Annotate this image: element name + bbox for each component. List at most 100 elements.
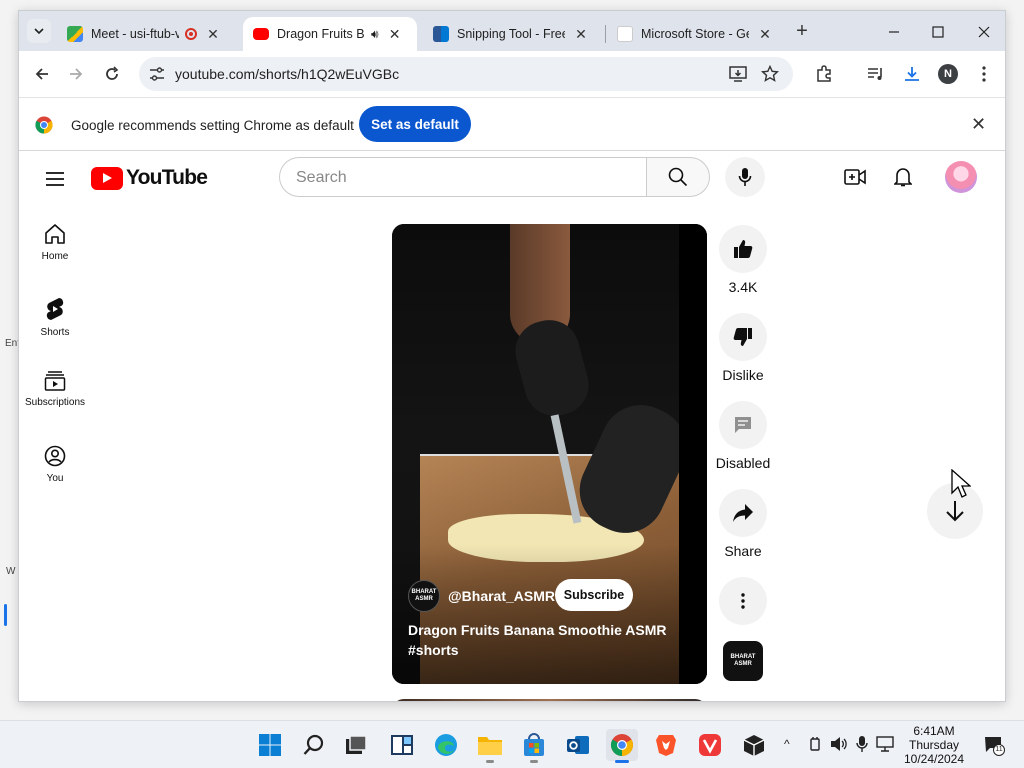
minimize-button[interactable]: [871, 19, 917, 45]
create-button[interactable]: [841, 163, 869, 191]
chrome-window: Meet - usi-ftub-v ✕ Dragon Fruits Ba 🔊︎ …: [18, 10, 1006, 702]
comments-button[interactable]: [719, 401, 767, 449]
network-icon[interactable]: [876, 736, 894, 752]
battery-plug-icon[interactable]: [808, 736, 822, 752]
like-button[interactable]: [719, 225, 767, 273]
menu-icon[interactable]: [43, 167, 67, 191]
close-window-button[interactable]: [961, 19, 1005, 45]
tab-title: Meet - usi-ftub-v: [91, 27, 179, 41]
guide-item-subscriptions[interactable]: Subscriptions: [19, 355, 91, 425]
notification-count: 11: [993, 744, 1005, 756]
outlook-app[interactable]: [562, 729, 594, 761]
media-controls-button[interactable]: [863, 61, 889, 87]
taskbar-search-button[interactable]: [298, 729, 330, 761]
site-info-icon[interactable]: [149, 67, 165, 81]
downloads-button[interactable]: [899, 61, 925, 87]
comments-label: Disabled: [715, 455, 771, 471]
youtube-logo[interactable]: YouTube: [91, 165, 208, 191]
like-action[interactable]: 3.4K: [719, 225, 767, 295]
arrow-down-icon: [946, 501, 964, 522]
clock-day: Thursday: [908, 738, 960, 752]
tab-snipping-tool[interactable]: Snipping Tool - Free ✕: [423, 17, 603, 51]
comments-action[interactable]: Disabled: [711, 401, 775, 471]
guide-item-you[interactable]: You: [19, 429, 91, 499]
windows-taskbar: ^ 6:41AM Thursday 10/24/2024 11: [0, 720, 1024, 768]
clock-date: 10/24/2024: [903, 752, 965, 766]
more-actions[interactable]: [719, 577, 767, 625]
channel-name[interactable]: @Bharat_ASMR: [448, 588, 555, 604]
install-app-icon[interactable]: [729, 66, 747, 82]
arrow-right-icon: [70, 68, 83, 80]
chevron-down-icon: [34, 28, 44, 35]
tab-close-icon[interactable]: ✕: [205, 26, 221, 43]
tab-close-icon[interactable]: ✕: [573, 26, 589, 43]
subscribe-button[interactable]: Subscribe: [555, 579, 633, 611]
microsoft-store-app[interactable]: [518, 729, 550, 763]
tab-close-icon[interactable]: ✕: [387, 26, 403, 43]
package-app[interactable]: [738, 729, 770, 761]
more-actions-button[interactable]: [719, 577, 767, 625]
address-bar[interactable]: youtube.com/shorts/h1Q2wEuVGBc: [139, 57, 793, 91]
home-icon: [45, 224, 65, 244]
edge-app[interactable]: [430, 729, 462, 761]
speaker-icon[interactable]: 🔊︎: [371, 27, 379, 42]
profile-button[interactable]: N: [935, 61, 961, 87]
search-icon: [668, 167, 688, 187]
file-explorer-app[interactable]: [474, 729, 506, 763]
account-avatar[interactable]: [945, 161, 977, 193]
search-button[interactable]: [646, 157, 710, 197]
subscriptions-icon: [44, 371, 66, 391]
tab-microsoft-store[interactable]: Microsoft Store - Ge ✕: [607, 17, 787, 51]
chrome-menu-button[interactable]: [971, 61, 997, 87]
forward-button[interactable]: [63, 61, 89, 87]
youtube-search-input[interactable]: Search: [279, 157, 646, 197]
system-clock[interactable]: 6:41AM Thursday 10/24/2024: [896, 724, 972, 766]
chrome-app[interactable]: [606, 729, 638, 763]
dislike-button[interactable]: [719, 313, 767, 361]
guide-label: You: [46, 473, 64, 484]
voice-search-button[interactable]: [725, 157, 765, 197]
task-view-button[interactable]: [340, 729, 372, 761]
tab-close-icon[interactable]: ✕: [757, 26, 773, 43]
search-icon: [303, 734, 324, 755]
youtube-page: YouTube Search Home Shorts Subscriptions…: [19, 151, 1005, 701]
back-button[interactable]: [29, 61, 55, 87]
start-button[interactable]: [254, 729, 286, 761]
next-short-preview[interactable]: [392, 699, 707, 701]
edge-icon: [435, 734, 457, 756]
close-infobar-icon[interactable]: ✕: [971, 114, 986, 135]
share-action[interactable]: Share: [719, 489, 767, 559]
dislike-label: Dislike: [722, 367, 764, 383]
task-view-icon: [346, 735, 367, 754]
share-button[interactable]: [719, 489, 767, 537]
channel-thumbnail[interactable]: BHARAT ASMR: [723, 641, 763, 681]
reload-button[interactable]: [99, 61, 125, 87]
tab-search-button[interactable]: [27, 19, 51, 43]
guide-item-home[interactable]: Home: [19, 207, 91, 277]
show-hidden-icons[interactable]: ^: [784, 737, 790, 751]
guide-item-shorts[interactable]: Shorts: [19, 281, 91, 351]
extensions-button[interactable]: [811, 61, 837, 87]
new-tab-button[interactable]: +: [791, 21, 813, 43]
set-as-default-button[interactable]: Set as default: [359, 106, 471, 142]
microphone-icon[interactable]: [856, 735, 868, 753]
short-hashtag[interactable]: #shorts: [408, 642, 459, 658]
widgets-button[interactable]: [386, 729, 418, 761]
notification-center-button[interactable]: 11: [984, 735, 1005, 756]
volume-icon[interactable]: [830, 736, 848, 752]
short-title[interactable]: Dragon Fruits Banana Smoothie ASMR: [408, 622, 667, 638]
brave-app[interactable]: [650, 729, 682, 761]
tab-meet[interactable]: Meet - usi-ftub-v ✕: [57, 17, 237, 51]
url-text: youtube.com/shorts/h1Q2wEuVGBc: [175, 66, 400, 82]
brave-icon: [656, 735, 676, 756]
bookmark-star-icon[interactable]: [761, 65, 779, 83]
notifications-button[interactable]: [889, 163, 917, 191]
vivaldi-app[interactable]: [694, 729, 726, 761]
tab-youtube-active[interactable]: Dragon Fruits Ba 🔊︎ ✕: [243, 17, 417, 51]
channel-avatar[interactable]: BHARAT ASMR: [408, 580, 440, 612]
dislike-action[interactable]: Dislike: [719, 313, 767, 383]
default-browser-infobar: Google recommends setting Chrome as defa…: [19, 97, 1005, 151]
maximize-icon: [932, 26, 944, 38]
maximize-button[interactable]: [915, 19, 961, 45]
short-video-player[interactable]: BHARAT ASMR @Bharat_ASMR Subscribe Drago…: [392, 224, 707, 684]
